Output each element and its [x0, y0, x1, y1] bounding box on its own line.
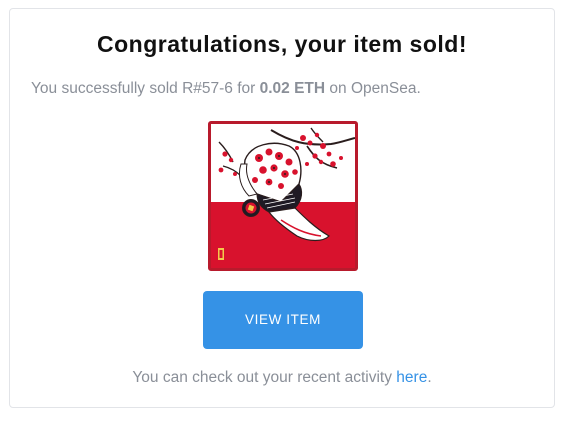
item-image[interactable] — [208, 121, 358, 271]
sale-notification-card: Congratulations, your item sold! You suc… — [9, 8, 555, 408]
item-name: R#57-6 — [182, 80, 233, 97]
sale-summary-marketplace: on OpenSea. — [325, 80, 421, 97]
recent-activity-link[interactable]: here — [396, 369, 427, 386]
sale-summary-prefix: You successfully sold — [31, 80, 183, 97]
recent-activity-suffix: . — [427, 369, 432, 386]
nft-artwork — [211, 124, 355, 268]
page-title: Congratulations, your item sold! — [97, 31, 467, 57]
recent-activity-prefix: You can check out your recent activity — [132, 369, 397, 386]
sale-summary-for: for — [232, 80, 260, 97]
sale-price: 0.02 ETH — [259, 80, 326, 97]
sale-summary: You successfully sold R#57-6 for 0.02 ET… — [31, 80, 421, 98]
recent-activity-note: You can check out your recent activity h… — [10, 369, 554, 387]
view-item-button[interactable]: VIEW ITEM — [203, 291, 363, 349]
